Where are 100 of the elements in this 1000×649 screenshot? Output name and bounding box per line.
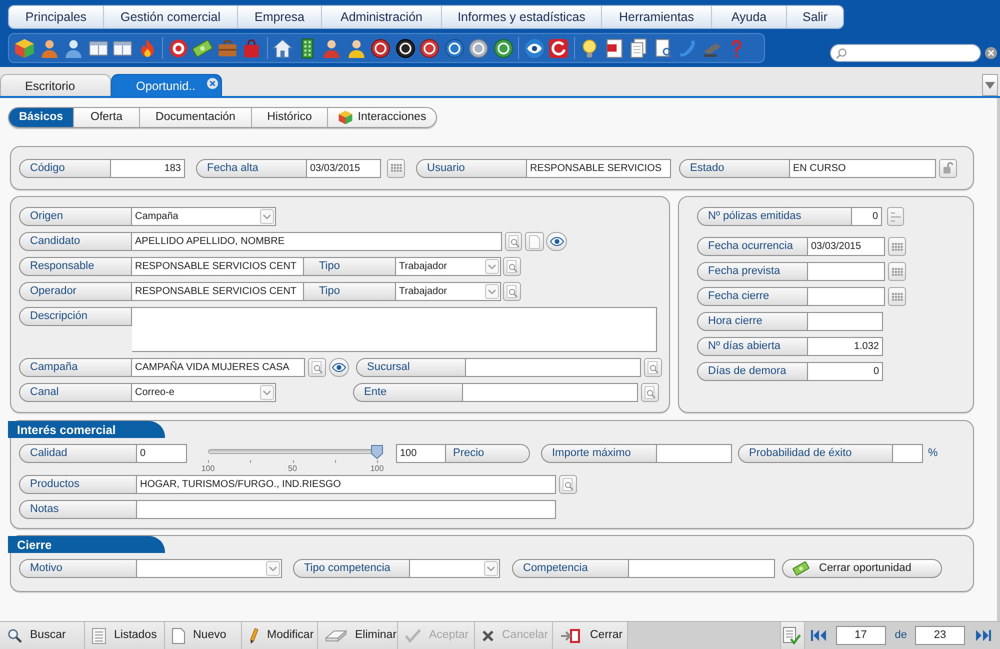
dropdown-field[interactable] — [410, 559, 500, 578]
lookup-button[interactable] — [503, 282, 521, 301]
text-field[interactable] — [893, 444, 923, 463]
lookup-button[interactable] — [644, 358, 662, 377]
document-tab[interactable]: Escritorio — [0, 74, 111, 96]
text-field[interactable]: 1.032 — [808, 337, 883, 356]
house-icon[interactable] — [272, 38, 293, 58]
dropdown-field[interactable]: Trabajador — [396, 282, 501, 301]
field-label: Motivo — [19, 559, 137, 578]
menu-item[interactable]: Informes y estadísticas — [442, 6, 602, 28]
close-icon[interactable] — [985, 47, 997, 59]
cube-icon[interactable] — [14, 38, 35, 58]
text-area[interactable] — [132, 307, 657, 352]
text-field[interactable]: CAMPAÑA VIDA MUJERES CASA — [132, 358, 305, 377]
bag-icon[interactable] — [241, 38, 262, 58]
text-field[interactable]: 0 — [808, 362, 883, 381]
menu-item[interactable]: Administración — [322, 6, 442, 28]
date-picker-button[interactable] — [888, 237, 906, 256]
cube-icon — [338, 110, 353, 125]
text-field[interactable]: 03/03/2015 — [808, 237, 885, 256]
document-icon[interactable] — [604, 38, 624, 58]
close-icon[interactable] — [207, 78, 218, 89]
page-count-field[interactable]: 23 — [915, 626, 965, 645]
text-field[interactable]: APELLIDO APELLIDO, NOMBRE — [132, 232, 502, 251]
person-icon[interactable] — [63, 38, 84, 58]
action-button[interactable]: Cerrar — [553, 622, 628, 649]
tab-list-button[interactable] — [982, 74, 998, 96]
lookup-button[interactable] — [503, 257, 521, 276]
text-field[interactable]: 183 — [111, 158, 185, 178]
lookup-button[interactable] — [641, 383, 659, 402]
text-field[interactable]: RESPONSABLE SERVICIOS — [527, 158, 671, 178]
text-field[interactable] — [629, 559, 775, 578]
action-button[interactable]: Eliminar — [318, 622, 398, 649]
coin-icon[interactable] — [419, 38, 440, 58]
date-picker-button[interactable] — [888, 262, 906, 281]
menu-item[interactable]: Ayuda — [712, 6, 787, 28]
menu-item[interactable]: Principales — [9, 6, 104, 28]
menu-item[interactable]: Herramientas — [602, 6, 712, 28]
field-label: Días de demora — [697, 362, 808, 381]
dropdown-field[interactable]: Trabajador — [396, 257, 501, 276]
lookup-button[interactable] — [505, 232, 522, 251]
lookup-button[interactable] — [559, 475, 577, 494]
text-field[interactable] — [808, 287, 885, 306]
text-field[interactable] — [466, 358, 641, 377]
dropdown-field[interactable] — [137, 559, 282, 578]
dropdown-field[interactable]: Correo-e — [132, 383, 276, 402]
action-button[interactable]: Listados — [85, 622, 165, 649]
eye-icon[interactable] — [524, 38, 544, 58]
target-icon[interactable] — [168, 38, 188, 58]
lock-button[interactable] — [939, 158, 957, 178]
text-field[interactable]: 03/03/2015 — [307, 158, 381, 178]
text-field[interactable]: 100 — [396, 444, 446, 463]
checklist-button[interactable] — [780, 622, 805, 649]
section-tab[interactable]: Histórico — [251, 108, 327, 127]
view-button[interactable] — [546, 232, 567, 251]
text-field[interactable]: HOGAR, TURISMOS/FURGO., IND.RIESGO — [137, 475, 556, 494]
section-tab[interactable]: Básicos — [9, 108, 73, 127]
action-button[interactable]: Modificar — [242, 622, 318, 649]
person-icon[interactable] — [346, 38, 366, 58]
text-field[interactable]: RESPONSABLE SERVICIOS CENT — [132, 257, 304, 276]
text-field[interactable]: EN CURSO — [790, 158, 936, 178]
coin-icon[interactable] — [394, 38, 416, 58]
section-tab[interactable]: Oferta — [73, 108, 139, 127]
text-field[interactable]: RESPONSABLE SERVICIOS CENT — [132, 282, 304, 301]
list-button[interactable] — [887, 207, 904, 226]
cross-icon — [482, 630, 494, 642]
search-field[interactable] — [830, 44, 981, 62]
action-button[interactable]: Buscar — [0, 622, 85, 649]
lookup-button[interactable] — [308, 358, 326, 377]
page-field[interactable]: 17 — [836, 626, 886, 645]
section-tab[interactable]: Documentación — [139, 108, 251, 127]
action-button[interactable]: Nuevo — [165, 622, 242, 649]
text-field[interactable] — [463, 383, 638, 402]
menu-item[interactable]: Empresa — [238, 6, 322, 28]
text-field[interactable]: 0 — [137, 444, 187, 463]
coin-icon[interactable] — [492, 38, 514, 58]
document-tab[interactable]: Oportunid.. — [111, 74, 222, 96]
menu-item[interactable]: Gestión comercial — [104, 6, 238, 28]
close-opportunity-button[interactable]: Cerrar oportunidad — [782, 559, 942, 578]
person-icon[interactable] — [321, 38, 342, 58]
person-icon[interactable] — [38, 38, 60, 58]
coin-icon[interactable] — [444, 38, 464, 58]
text-field[interactable] — [808, 262, 885, 281]
documents-icon[interactable] — [628, 38, 649, 58]
date-picker-button[interactable] — [387, 158, 405, 178]
briefcase-icon[interactable] — [216, 38, 238, 58]
slider-thumb[interactable] — [371, 445, 383, 459]
text-field[interactable] — [137, 500, 556, 519]
view-button[interactable] — [329, 358, 349, 377]
text-field[interactable] — [808, 312, 883, 331]
document-search-icon[interactable] — [652, 38, 674, 58]
date-picker-button[interactable] — [888, 287, 906, 306]
section-tab[interactable]: Interacciones — [327, 108, 436, 127]
coin-icon[interactable] — [370, 38, 391, 58]
menu-item[interactable]: Salir — [787, 6, 843, 28]
text-field[interactable]: 0 — [852, 207, 882, 226]
text-field[interactable] — [657, 444, 732, 463]
arc-tile-icon[interactable] — [548, 38, 569, 58]
eye-icon — [550, 237, 564, 246]
dropdown-field[interactable]: Campaña — [132, 207, 276, 226]
